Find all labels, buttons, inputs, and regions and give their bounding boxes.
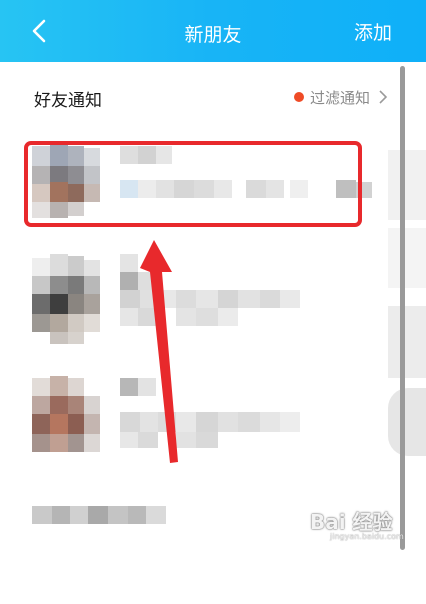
watermark: Bai 经验 jingyan.baidu.com <box>300 504 416 546</box>
watermark-url: jingyan.baidu.com <box>330 532 404 541</box>
red-arrow-annotation <box>140 240 178 463</box>
watermark-text: Bai 经验 <box>310 510 393 534</box>
